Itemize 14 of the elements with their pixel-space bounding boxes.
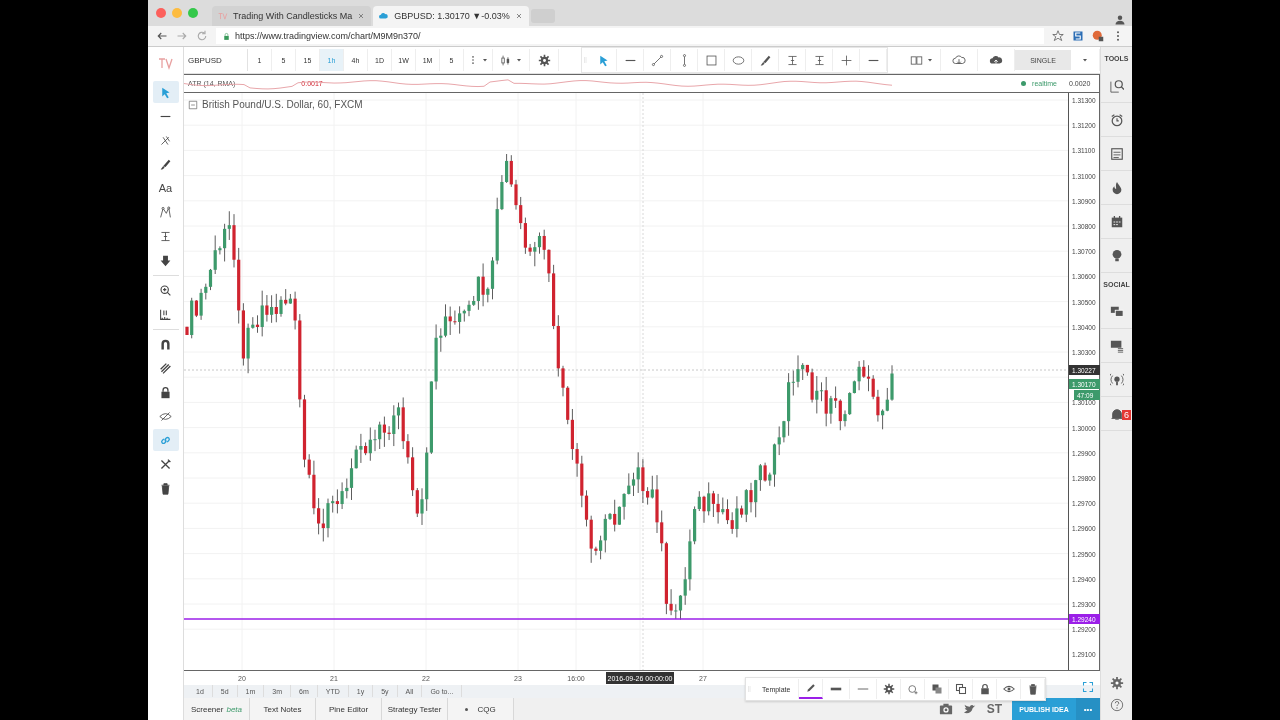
panel-tab[interactable]: Strategy Tester <box>382 698 448 720</box>
panel-tab[interactable]: CQG <box>448 698 514 720</box>
notification-badge: 6 <box>1122 410 1131 420</box>
browser-tab[interactable]: GBPUSD: 1.30170 ▼-0.03% <box>373 6 529 26</box>
panel-tab[interactable]: Screener beta <box>184 698 250 720</box>
panel-tab[interactable]: Text Notes <box>250 698 316 720</box>
address-field[interactable]: https://www.tradingview.com/chart/M9M9n370/ <box>216 28 1044 44</box>
chart-title: British Pound/U.S. Dollar, 60, FXCM <box>202 99 363 110</box>
more-button[interactable]: ••• <box>1076 698 1100 720</box>
notifications-button[interactable]: 6 <box>1101 397 1132 431</box>
share-link[interactable]: ST <box>986 702 1002 716</box>
browser-tab[interactable]: Trading With Candlesticks Ma <box>212 6 372 26</box>
tool-button[interactable]: Aa <box>152 177 179 199</box>
panel-tab[interactable]: Pine Editor <box>316 698 382 720</box>
